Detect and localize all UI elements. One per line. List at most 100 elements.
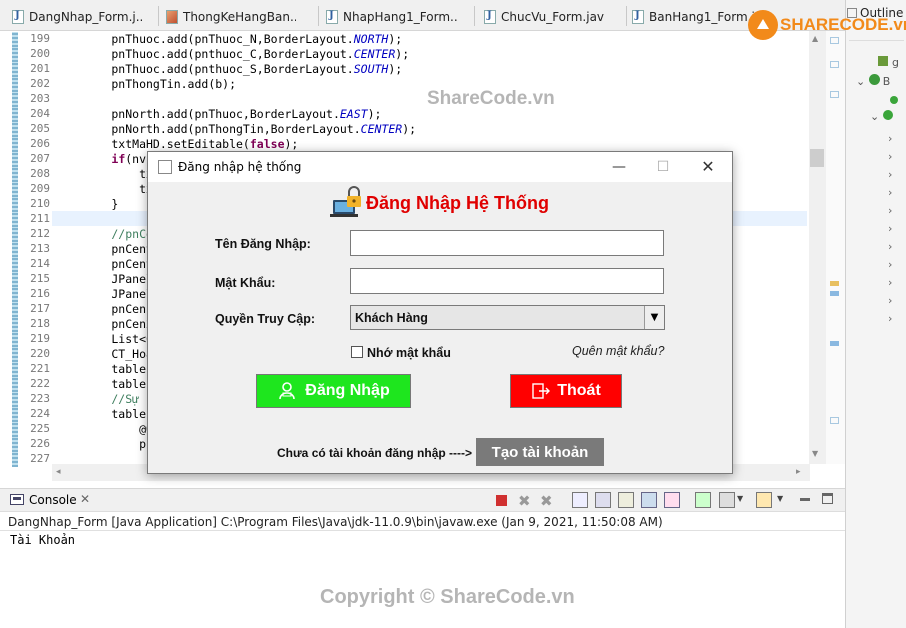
- arrow-label: ---->: [449, 446, 472, 460]
- code-line[interactable]: pnCen1: [56, 302, 153, 316]
- change-marker: [12, 287, 18, 302]
- editor-tab-thongke[interactable]: ThongKeHangBan....: [166, 6, 296, 28]
- chevron-down-icon[interactable]: ▼: [644, 306, 664, 329]
- java-app-icon: [158, 160, 172, 174]
- role-label: Quyền Truy Cập:: [215, 312, 316, 326]
- line-number: 202: [30, 77, 50, 90]
- editor-vertical-scrollbar[interactable]: ▲ ▼: [809, 31, 826, 464]
- code-line[interactable]: if(nv: [56, 152, 146, 166]
- code-line[interactable]: JPanel: [56, 287, 153, 301]
- outline-expanders[interactable]: › › › › › › › › › › ›: [888, 130, 900, 328]
- line-number: 216: [30, 287, 50, 300]
- close-button[interactable]: ✕: [693, 156, 723, 178]
- scroll-down-icon[interactable]: ▼: [812, 449, 818, 458]
- outline-item[interactable]: ⌄ B: [856, 74, 890, 88]
- show-stderr-icon[interactable]: [664, 492, 680, 508]
- console-process-description: DangNhap_Form [Java Application] C:\Prog…: [8, 515, 663, 529]
- terminate-icon[interactable]: [496, 495, 507, 506]
- maximize-view-icon[interactable]: [822, 493, 833, 504]
- code-line[interactable]: JPanel: [56, 272, 153, 286]
- code-line[interactable]: table1: [56, 377, 153, 391]
- code-line[interactable]: //pnCe: [56, 227, 153, 241]
- code-line[interactable]: //Sự k: [56, 392, 153, 406]
- clear-console-icon[interactable]: [572, 492, 588, 508]
- scroll-left-icon[interactable]: ◂: [56, 467, 61, 477]
- code-line[interactable]: pnThongTin.add(b);: [56, 77, 236, 91]
- code-line[interactable]: CT_Hoa: [56, 347, 153, 361]
- user-login-icon: [279, 382, 296, 400]
- close-icon[interactable]: ✕: [80, 492, 90, 506]
- show-stdout-icon[interactable]: [641, 492, 657, 508]
- scroll-right-icon[interactable]: ▸: [796, 467, 801, 477]
- line-number: 199: [30, 32, 50, 45]
- line-number: 217: [30, 302, 50, 315]
- maximize-button[interactable]: ☐: [648, 156, 678, 178]
- scroll-lock-icon[interactable]: [595, 492, 611, 508]
- line-number: 212: [30, 227, 50, 240]
- code-line[interactable]: tx: [56, 182, 153, 196]
- line-number: 215: [30, 272, 50, 285]
- code-line[interactable]: pnNorth.add(pnThongTin,BorderLayout.CENT…: [56, 122, 416, 136]
- code-line[interactable]: pnThuoc.add(pnThuoc_N,BorderLayout.NORTH…: [56, 32, 402, 46]
- code-line[interactable]: txtMaHD.setEditable(false);: [56, 137, 298, 151]
- outline-item[interactable]: g: [878, 56, 899, 69]
- password-input[interactable]: [350, 268, 664, 294]
- code-line[interactable]: pnCent: [56, 242, 153, 256]
- code-line[interactable]: table1: [56, 362, 153, 376]
- line-number: 205: [30, 122, 50, 135]
- exit-button[interactable]: Thoát: [510, 374, 622, 408]
- code-line[interactable]: @O: [56, 422, 153, 436]
- remember-label[interactable]: Nhớ mật khẩu: [367, 346, 451, 360]
- line-number: 214: [30, 257, 50, 270]
- console-output[interactable]: Tài Khoản: [10, 533, 75, 547]
- change-marker: [12, 47, 18, 62]
- change-marker: [12, 437, 18, 452]
- console-tab-label[interactable]: Console: [29, 493, 77, 507]
- remember-checkbox[interactable]: [351, 346, 363, 358]
- code-line[interactable]: pnThuoc.add(pnthuoc_C,BorderLayout.CENTE…: [56, 47, 409, 61]
- code-line[interactable]: }: [56, 197, 118, 211]
- chevron-down-icon[interactable]: ▼: [777, 494, 783, 503]
- line-number: 201: [30, 62, 50, 75]
- minimize-button[interactable]: —: [604, 156, 634, 178]
- code-line[interactable]: pnCen2: [56, 317, 153, 331]
- line-number: 226: [30, 437, 50, 450]
- open-console-icon[interactable]: [756, 492, 772, 508]
- code-line[interactable]: table1: [56, 407, 153, 421]
- code-line[interactable]: pu: [56, 437, 153, 451]
- dialog-title-bar[interactable]: Đăng nhập hệ thống — ☐ ✕: [148, 152, 732, 182]
- chevron-down-icon[interactable]: ▼: [737, 494, 743, 503]
- editor-tab-nhaphang[interactable]: NhapHang1_Form....: [326, 6, 458, 28]
- code-line[interactable]: pnThuoc.add(pnthuoc_S,BorderLayout.SOUTH…: [56, 62, 402, 76]
- pin-console-icon[interactable]: [695, 492, 711, 508]
- code-line[interactable]: List<C: [56, 332, 153, 346]
- line-number: 224: [30, 407, 50, 420]
- form-file-icon: [166, 10, 178, 24]
- minimize-view-icon[interactable]: [800, 498, 810, 501]
- outline-item[interactable]: ⌄: [870, 110, 893, 123]
- scroll-thumb[interactable]: [810, 149, 824, 167]
- username-input[interactable]: [350, 230, 664, 256]
- code-line[interactable]: pnCent: [56, 257, 153, 271]
- line-number: 206: [30, 137, 50, 150]
- change-marker: [12, 107, 18, 122]
- field-icon: [890, 96, 898, 104]
- word-wrap-icon[interactable]: [618, 492, 634, 508]
- dialog-title: Đăng nhập hệ thống: [178, 160, 302, 174]
- create-account-button[interactable]: Tạo tài khoản: [476, 438, 604, 466]
- login-button[interactable]: Đăng Nhập: [256, 374, 411, 408]
- change-marker: [12, 212, 18, 227]
- watermark-top: ShareCode.vn: [427, 88, 555, 109]
- change-marker: [12, 332, 18, 347]
- remove-launch-icon[interactable]: ✖: [518, 492, 534, 510]
- display-console-icon[interactable]: [719, 492, 735, 508]
- code-line[interactable]: pnNorth.add(pnThuoc,BorderLayout.EAST);: [56, 107, 381, 121]
- method-icon: [882, 110, 893, 120]
- code-line[interactable]: tx: [56, 167, 153, 181]
- remove-all-icon[interactable]: ✖: [540, 492, 556, 510]
- editor-tab-chucvu[interactable]: ChucVu_Form.java: [484, 6, 604, 28]
- role-select[interactable]: Khách Hàng ▼: [350, 305, 665, 330]
- editor-tab-dangnhap[interactable]: DangNhap_Form.j...: [12, 6, 142, 28]
- forgot-password-link[interactable]: Quên mật khẩu?: [572, 344, 664, 358]
- lock-laptop-icon: [330, 186, 362, 220]
